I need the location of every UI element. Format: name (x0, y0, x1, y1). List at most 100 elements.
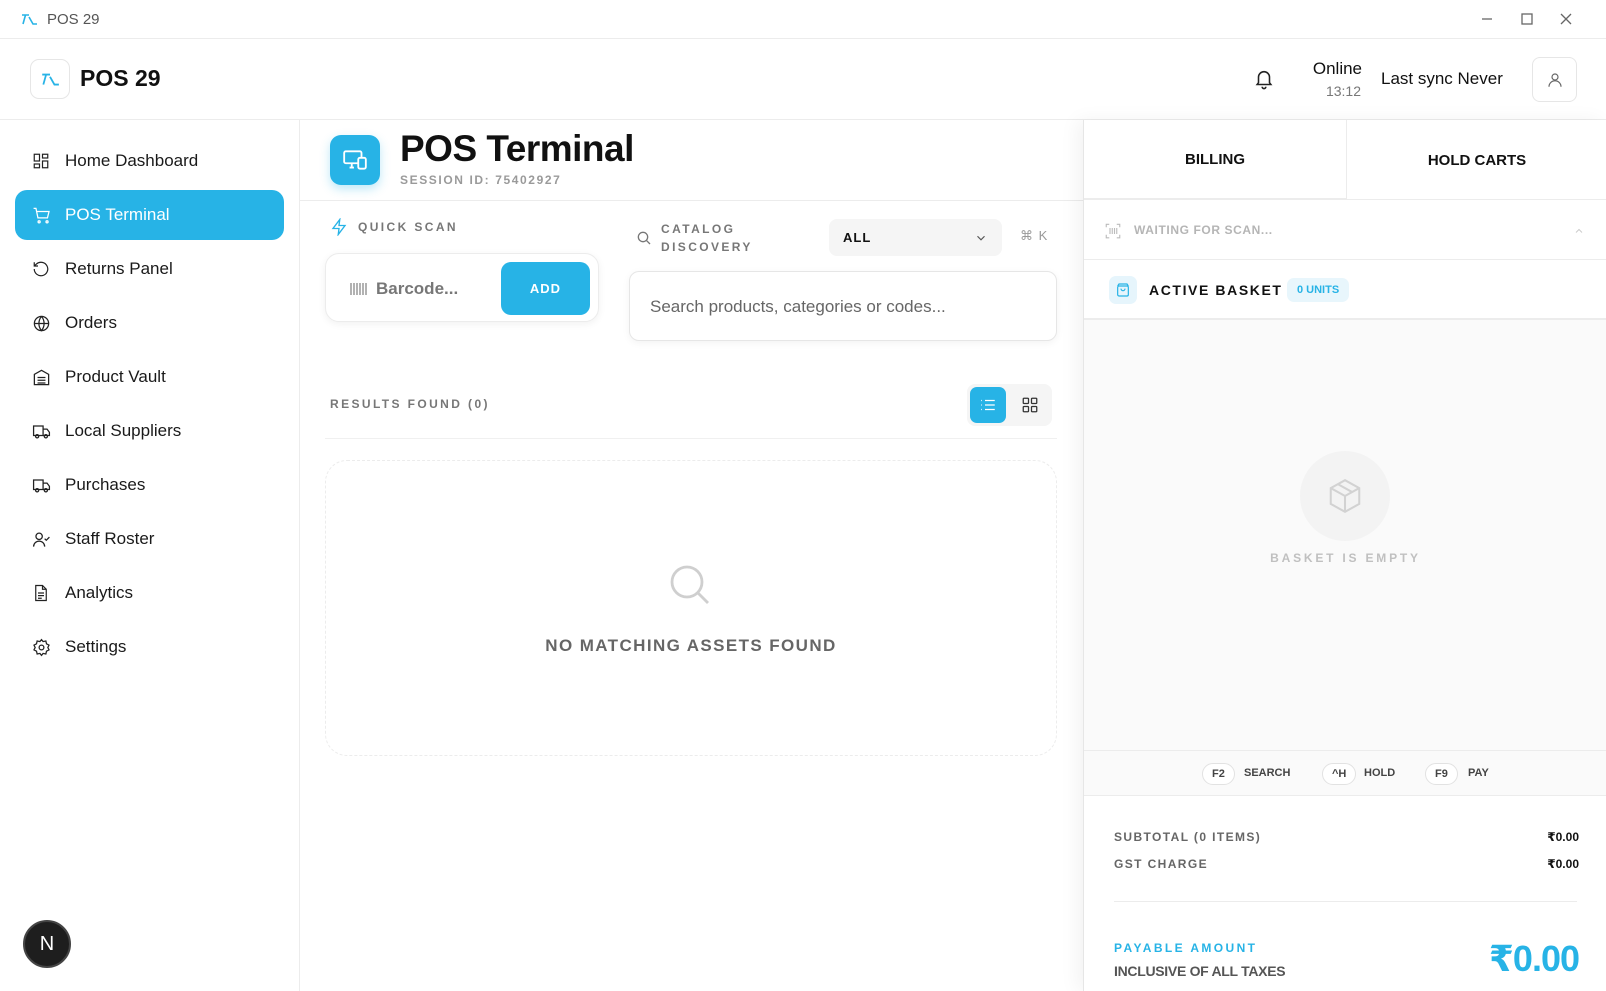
shortcut-key-search: F2 (1202, 763, 1235, 785)
catalog-search-box (629, 271, 1057, 341)
terminal-icon (330, 135, 380, 185)
shortcut-hold-label[interactable]: HOLD (1364, 767, 1395, 779)
sidebar-item-home-dashboard[interactable]: Home Dashboard (15, 136, 284, 186)
sidebar-item-local-suppliers[interactable]: Local Suppliers (15, 406, 284, 456)
scan-status-bar: WAITING FOR SCAN... (1084, 200, 1606, 260)
quick-scan-card: ADD (325, 253, 599, 322)
basket-title: ACTIVE BASKET (1149, 282, 1283, 298)
search-icon (670, 565, 709, 604)
logo (30, 59, 70, 99)
app-logo-icon (42, 73, 59, 86)
divider (1114, 901, 1577, 902)
avatar[interactable]: N (23, 920, 71, 968)
results-empty-state: NO MATCHING ASSETS FOUND (325, 460, 1057, 756)
units-badge: 0 UNITS (1287, 278, 1350, 302)
divider (325, 438, 1057, 439)
sidebar-item-pos-terminal[interactable]: POS Terminal (15, 190, 284, 240)
scan-icon (1105, 223, 1121, 239)
undo-icon (31, 259, 51, 279)
grid-view-button[interactable] (1012, 387, 1048, 423)
list-view-button[interactable] (970, 387, 1006, 423)
app-logo-icon (22, 14, 37, 25)
sidebar-item-settings[interactable]: Settings (15, 622, 284, 672)
keyboard-shortcut-hint: ⌘ K (1020, 228, 1049, 243)
window-titlebar: POS 29 (0, 0, 1606, 39)
catalog-search-input[interactable] (650, 294, 1030, 320)
sidebar-item-label: Home Dashboard (65, 151, 199, 170)
sync-status: Last sync Never (1381, 69, 1503, 88)
dashboard-icon (31, 151, 51, 171)
gst-value: ₹0.00 (1547, 857, 1579, 871)
shortcut-search-label[interactable]: SEARCH (1244, 767, 1290, 779)
sidebar-item-purchases[interactable]: Purchases (15, 460, 284, 510)
user-check-icon (31, 529, 51, 549)
gear-icon (31, 637, 51, 657)
sidebar-item-label: Returns Panel (65, 259, 173, 278)
sidebar-item-label: Staff Roster (65, 529, 155, 548)
add-button[interactable]: ADD (501, 262, 590, 315)
globe-icon (31, 313, 51, 333)
barcode-icon (350, 283, 367, 295)
bell-icon[interactable] (1253, 68, 1275, 90)
app-name: POS 29 (80, 65, 161, 91)
close-button[interactable] (1551, 8, 1581, 30)
cart-tabs: BILLING HOLD CARTS (1084, 120, 1606, 200)
subtotal-label: SUBTOTAL (0 ITEMS) (1114, 830, 1262, 844)
maximize-icon (1521, 13, 1533, 25)
user-profile-button[interactable] (1532, 57, 1577, 102)
sidebar-item-label: Local Suppliers (65, 421, 182, 440)
shortcut-key-hold: ^H (1322, 763, 1357, 785)
sidebar-item-label: Analytics (65, 583, 134, 602)
category-filter-select[interactable]: ALL (829, 219, 1002, 256)
truck-icon (31, 421, 51, 441)
shortcut-key-pay: F9 (1425, 763, 1458, 785)
sidebar-item-staff-roster[interactable]: Staff Roster (15, 514, 284, 564)
catalog-discovery-label: CATALOG DISCOVERY (661, 222, 753, 254)
main-panel: POS Terminal SESSION ID: 75402927 QUICK … (300, 120, 1083, 991)
sidebar-item-label: POS Terminal (65, 205, 170, 224)
document-icon (31, 583, 51, 603)
package-icon (1300, 451, 1390, 541)
filter-value: ALL (843, 230, 872, 245)
barcode-input[interactable] (376, 276, 491, 302)
basket-empty-message: BASKET IS EMPTY (1270, 551, 1421, 565)
inclusive-taxes-label: INCLUSIVE OF ALL TAXES (1114, 963, 1286, 979)
tab-hold-carts[interactable]: HOLD CARTS (1347, 120, 1606, 200)
cart-icon (31, 205, 51, 225)
lightning-icon (331, 218, 347, 236)
maximize-button[interactable] (1512, 8, 1542, 30)
results-count-label: RESULTS FOUND (0) (330, 397, 490, 411)
empty-message: NO MATCHING ASSETS FOUND (545, 636, 837, 655)
sidebar-item-product-vault[interactable]: Product Vault (15, 352, 284, 402)
sidebar: Home Dashboard POS Terminal Returns Pane… (0, 120, 300, 991)
subtotal-value: ₹0.00 (1547, 830, 1579, 844)
close-icon (1560, 13, 1572, 25)
cart-panel: BILLING HOLD CARTS WAITING FOR SCAN... A… (1083, 120, 1606, 991)
chevron-down-icon (977, 235, 985, 241)
sidebar-item-label: Settings (65, 637, 127, 656)
minimize-icon (1482, 18, 1492, 20)
app-window: POS 29 POS 29 Online 13:12 Last sync Nev… (0, 0, 1606, 991)
warehouse-icon (31, 367, 51, 387)
sidebar-item-analytics[interactable]: Analytics (15, 568, 284, 618)
app-header: POS 29 Online 13:12 Last sync Never (0, 39, 1606, 120)
grid-icon (1022, 397, 1038, 413)
page-title: POS Terminal (400, 128, 634, 169)
sidebar-item-label: Purchases (65, 475, 146, 494)
divider (300, 200, 1083, 201)
shortcut-pay-label[interactable]: PAY (1468, 767, 1489, 779)
sidebar-item-returns-panel[interactable]: Returns Panel (15, 244, 284, 294)
sidebar-item-orders[interactable]: Orders (15, 298, 284, 348)
scan-status-text: WAITING FOR SCAN... (1134, 223, 1273, 237)
chevron-up-icon[interactable] (1573, 225, 1585, 237)
connection-status: Online (1312, 59, 1362, 78)
window-title: POS 29 (47, 11, 100, 28)
tab-billing[interactable]: BILLING (1084, 120, 1347, 200)
shopping-bag-icon (1109, 276, 1137, 304)
payable-amount: ₹0.00 (1488, 938, 1580, 979)
sidebar-item-label: Orders (65, 313, 117, 332)
shortcut-bar: F2 SEARCH ^H HOLD F9 PAY (1084, 750, 1606, 796)
list-icon (981, 399, 995, 411)
minimize-button[interactable] (1472, 8, 1502, 30)
quick-scan-label: QUICK SCAN (330, 218, 458, 236)
